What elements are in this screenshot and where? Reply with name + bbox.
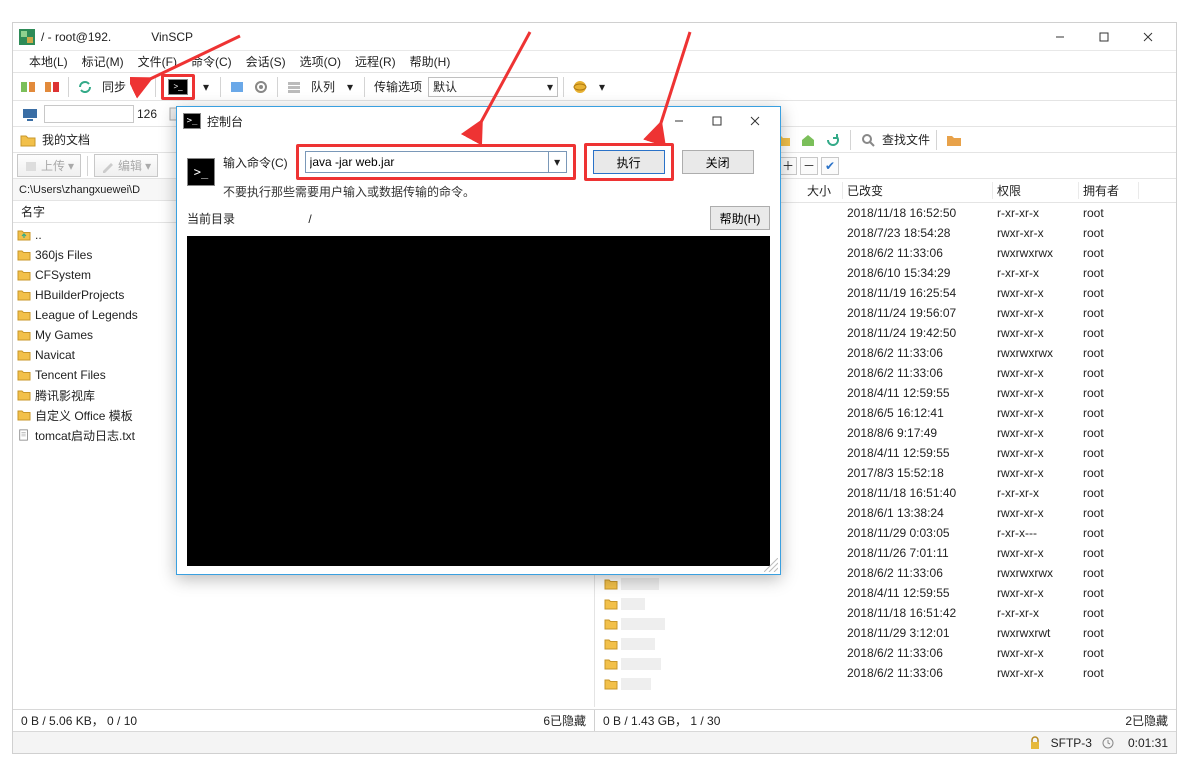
resize-grip-icon[interactable] [764, 558, 778, 572]
r-col-owner[interactable]: 拥有者 [1079, 182, 1139, 199]
gear-icon[interactable] [250, 76, 272, 98]
close-dialog-button[interactable]: 关闭 [682, 150, 754, 174]
queue-icon[interactable] [283, 76, 305, 98]
status-left: 0 B / 5.06 KB， 0 / 10 [13, 712, 535, 729]
menu-options[interactable]: 选项(O) [294, 51, 347, 72]
minimize-button[interactable] [1038, 24, 1082, 50]
upload-icon [24, 159, 38, 173]
btn-a[interactable] [17, 76, 39, 98]
transfer-label: 传输选项 [370, 78, 426, 95]
help-button[interactable]: 帮助(H) [710, 206, 770, 230]
clock-icon [1102, 737, 1118, 749]
r-extra-icon[interactable] [943, 129, 965, 151]
btn-c[interactable] [226, 76, 248, 98]
lock-icon [1029, 736, 1041, 750]
transfer-combo[interactable]: 默认▾ [428, 77, 558, 97]
r-col-size[interactable]: 大小 [803, 182, 843, 199]
menu-command[interactable]: 命令(C) [185, 51, 238, 72]
console-dialog: >_ 控制台 >_ 输入命令(C) ▾ 执行 [176, 106, 781, 575]
menubar: 本地(L) 标记(M) 文件(F) 命令(C) 会话(S) 选项(O) 远程(R… [13, 51, 1176, 73]
cmd-input-label: 输入命令(C) [223, 154, 288, 171]
maximize-button[interactable] [1082, 24, 1126, 50]
console-drop[interactable]: ▾ [197, 80, 215, 94]
title-suffix: VinSCP [151, 30, 193, 44]
close-button[interactable] [1126, 24, 1170, 50]
minus-button[interactable]: － [800, 157, 818, 175]
session-tab[interactable] [44, 105, 134, 123]
queue-drop[interactable]: ▾ [341, 80, 359, 94]
cmd-hint: 不要执行那些需要用户输入或数据传输的命令。 [223, 183, 754, 200]
net-time: 0:01:31 [1128, 736, 1168, 750]
status-right: 0 B / 1.43 GB， 1 / 30 [595, 712, 1117, 729]
curdir-value: / [308, 212, 311, 226]
globe-drop[interactable]: ▾ [593, 80, 611, 94]
sync-label: 同步 [98, 78, 130, 95]
queue-label: 队列 [307, 78, 339, 95]
sync-drop[interactable]: ▾ [132, 80, 150, 94]
console-toolbar-button[interactable]: >_ [161, 74, 195, 100]
terminal-output[interactable] [187, 236, 770, 566]
execute-button[interactable]: 执行 [593, 150, 665, 174]
status-bar: 0 B / 5.06 KB， 0 / 10 6已隐藏 0 B / 1.43 GB… [13, 709, 1176, 731]
mydocs-folder-icon[interactable] [17, 129, 39, 151]
right-blurred-names[interactable] [604, 574, 774, 694]
console-icon: >_ [183, 113, 201, 129]
edit-button[interactable]: 编辑▾ [94, 154, 158, 177]
dialog-title: 控制台 [207, 113, 243, 130]
net-bar: SFTP-3 0:01:31 [13, 731, 1176, 753]
session-count: 126 [137, 107, 157, 121]
app-icon [19, 29, 35, 45]
menu-help[interactable]: 帮助(H) [404, 51, 457, 72]
title-prefix: / - root@192. [41, 30, 111, 44]
status-left-hidden: 6已隐藏 [535, 712, 594, 729]
r-col-perm[interactable]: 权限 [993, 182, 1079, 199]
command-input-highlight: ▾ [296, 144, 576, 180]
status-right-hidden: 2已隐藏 [1117, 712, 1176, 729]
dialog-close[interactable] [736, 108, 774, 134]
plus-button[interactable]: ＋ [779, 157, 797, 175]
command-input-drop[interactable]: ▾ [549, 151, 567, 173]
curdir-label: 当前目录 [187, 212, 235, 226]
dialog-max[interactable] [698, 108, 736, 134]
btn-sync-icon[interactable] [74, 76, 96, 98]
check-button[interactable]: ✔ [821, 157, 839, 175]
r-refresh-icon[interactable] [822, 129, 844, 151]
r-home-icon[interactable] [797, 129, 819, 151]
menu-session[interactable]: 会话(S) [240, 51, 292, 72]
upload-button[interactable]: 上传▾ [17, 154, 81, 177]
pencil-icon [101, 159, 115, 173]
monitor-icon[interactable] [19, 103, 41, 125]
menu-remote[interactable]: 远程(R) [349, 51, 402, 72]
dialog-min[interactable] [660, 108, 698, 134]
dialog-titlebar: >_ 控制台 [177, 107, 780, 135]
find-files-label: 查找文件 [882, 131, 930, 148]
execute-highlight: 执行 [584, 143, 674, 181]
command-input[interactable] [305, 151, 549, 173]
globe-icon[interactable] [569, 76, 591, 98]
menu-mark[interactable]: 标记(M) [76, 51, 130, 72]
btn-b[interactable] [41, 76, 63, 98]
menu-file[interactable]: 文件(F) [132, 51, 183, 72]
mydocs-label: 我的文档 [42, 131, 90, 148]
net-proto: SFTP-3 [1051, 736, 1092, 750]
r-col-changed[interactable]: 已改变 [843, 182, 993, 199]
titlebar: / - root@192. VinSCP [13, 23, 1176, 51]
menu-local[interactable]: 本地(L) [23, 51, 74, 72]
r-find-icon[interactable] [857, 129, 879, 151]
main-toolbar: 同步 ▾ >_ ▾ 队列 ▾ 传输选项 默认▾ ▾ [13, 73, 1176, 101]
prompt-icon: >_ [187, 158, 215, 186]
